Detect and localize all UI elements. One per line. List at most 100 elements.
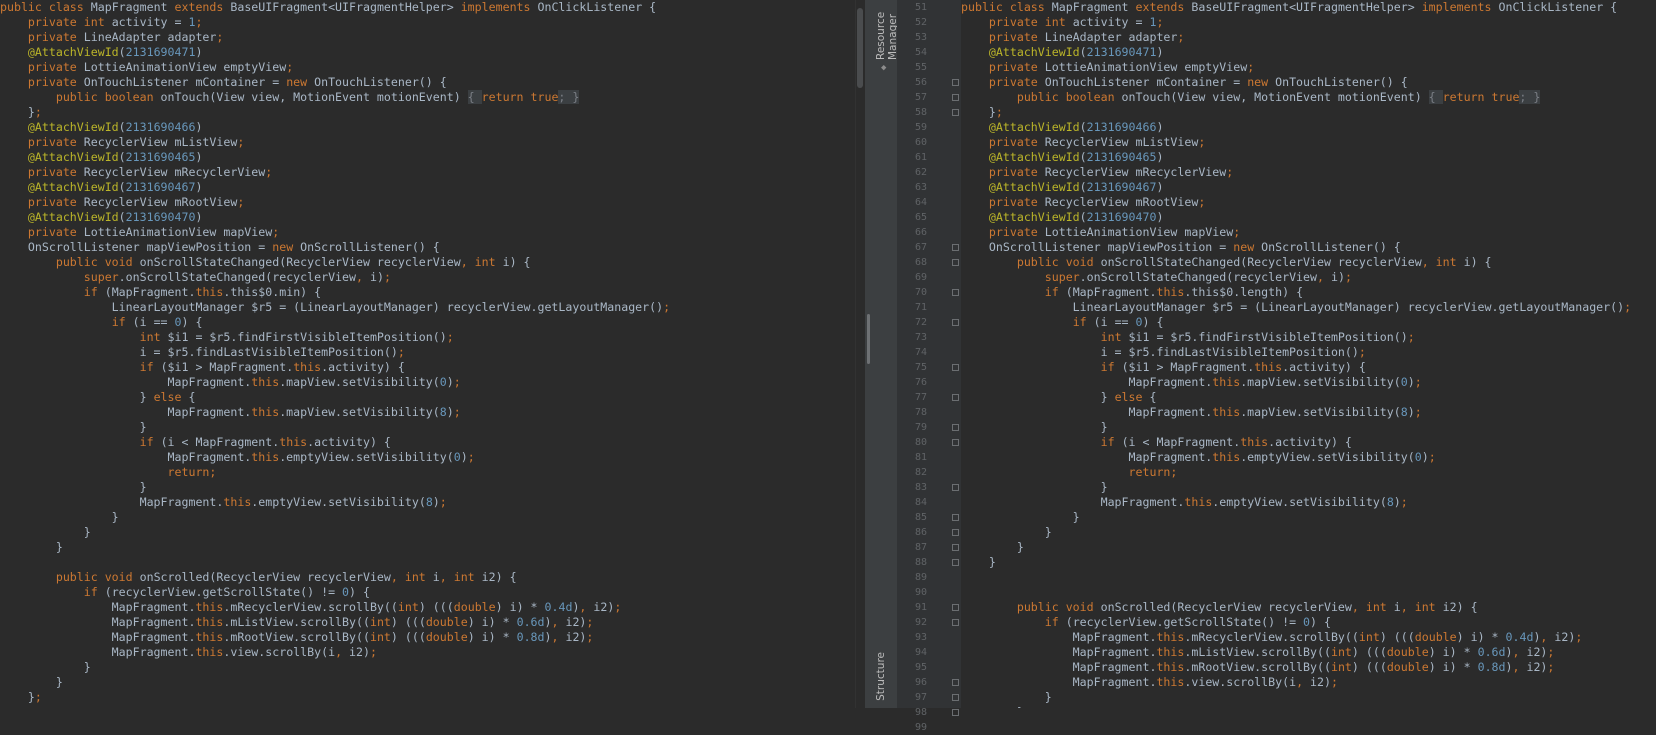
left-code-line[interactable]: int $i1 = $r5.findFirstVisibleItemPositi…	[0, 330, 670, 345]
left-code-line[interactable]: private LottieAnimationView mapView;	[0, 225, 670, 240]
left-code-line[interactable]: private LineAdapter adapter;	[0, 30, 670, 45]
right-code-line[interactable]: OnScrollListener mapViewPosition = new O…	[961, 240, 1631, 255]
fold-marker-icon[interactable]	[952, 319, 959, 326]
right-code-line[interactable]: };	[961, 105, 1631, 120]
right-code-line[interactable]	[961, 585, 1631, 600]
right-code-line[interactable]: LinearLayoutManager $r5 = (LinearLayoutM…	[961, 300, 1631, 315]
left-code-line[interactable]: MapFragment.this.mListView.scrollBy((int…	[0, 615, 670, 630]
right-code-line[interactable]: MapFragment.this.emptyView.setVisibility…	[961, 495, 1631, 510]
left-code-area[interactable]: public class MapFragment extends BaseUIF…	[0, 0, 670, 705]
fold-marker-icon[interactable]	[952, 259, 959, 266]
right-code-line[interactable]: MapFragment.this.mapView.setVisibility(0…	[961, 375, 1631, 390]
left-code-line[interactable]: if (i == 0) {	[0, 315, 670, 330]
fold-marker-icon[interactable]	[952, 79, 959, 86]
right-code-line[interactable]: }	[961, 480, 1631, 495]
fold-marker-icon[interactable]	[952, 709, 959, 716]
right-code-line[interactable]: if (recyclerView.getScrollState() != 0) …	[961, 615, 1631, 630]
fold-marker-icon[interactable]	[952, 544, 959, 551]
split-divider-handle[interactable]	[867, 314, 870, 364]
left-code-line[interactable]: MapFragment.this.emptyView.setVisibility…	[0, 495, 670, 510]
fold-marker-icon[interactable]	[952, 604, 959, 611]
right-code-line[interactable]: @AttachViewId(2131690471)	[961, 45, 1631, 60]
right-code-line[interactable]: MapFragment.this.mapView.setVisibility(8…	[961, 405, 1631, 420]
fold-marker-icon[interactable]	[952, 679, 959, 686]
left-code-line[interactable]: super.onScrollStateChanged(recyclerView,…	[0, 270, 670, 285]
left-code-line[interactable]: private RecyclerView mListView;	[0, 135, 670, 150]
left-code-line[interactable]: private LottieAnimationView emptyView;	[0, 60, 670, 75]
fold-marker-icon[interactable]	[952, 439, 959, 446]
folded-region-token[interactable]: ; }	[558, 90, 580, 104]
fold-marker-icon[interactable]	[952, 559, 959, 566]
right-code-line[interactable]: }	[961, 510, 1631, 525]
right-code-line[interactable]: }	[961, 420, 1631, 435]
left-code-line[interactable]: private OnTouchListener mContainer = new…	[0, 75, 670, 90]
left-code-line[interactable]: @AttachViewId(2131690467)	[0, 180, 670, 195]
fold-marker-icon[interactable]	[952, 289, 959, 296]
left-code-line[interactable]: private int activity = 1;	[0, 15, 670, 30]
right-code-line[interactable]: if (i < MapFragment.this.activity) {	[961, 435, 1631, 450]
folded-region-token[interactable]: ; }	[1519, 90, 1541, 104]
right-code-line[interactable]: if ($i1 > MapFragment.this.activity) {	[961, 360, 1631, 375]
right-code-line[interactable]: private LineAdapter adapter;	[961, 30, 1631, 45]
fold-marker-icon[interactable]	[952, 484, 959, 491]
left-code-line[interactable]: if (MapFragment.this.this$0.min) {	[0, 285, 670, 300]
right-code-line[interactable]: @AttachViewId(2131690470)	[961, 210, 1631, 225]
left-code-line[interactable]: public boolean onTouch(View view, Motion…	[0, 90, 670, 105]
left-code-line[interactable]: private RecyclerView mRecyclerView;	[0, 165, 670, 180]
fold-marker-icon[interactable]	[952, 394, 959, 401]
right-code-line[interactable]	[961, 570, 1631, 585]
left-code-line[interactable]: LinearLayoutManager $r5 = (LinearLayoutM…	[0, 300, 670, 315]
left-code-line[interactable]: i = $r5.findLastVisibleItemPosition();	[0, 345, 670, 360]
left-code-line[interactable]: if (recyclerView.getScrollState() != 0) …	[0, 585, 670, 600]
left-code-line[interactable]: };	[0, 690, 670, 705]
left-code-line[interactable]	[0, 555, 670, 570]
left-code-line[interactable]: if ($i1 > MapFragment.this.activity) {	[0, 360, 670, 375]
right-code-line[interactable]: }	[961, 555, 1631, 570]
fold-marker-icon[interactable]	[952, 529, 959, 536]
folded-region-token[interactable]: {	[467, 90, 482, 104]
right-code-line[interactable]: @AttachViewId(2131690467)	[961, 180, 1631, 195]
left-code-line[interactable]: }	[0, 660, 670, 675]
left-scrollbar-thumb[interactable]	[857, 8, 863, 88]
fold-marker-icon[interactable]	[952, 694, 959, 701]
left-code-line[interactable]: }	[0, 540, 670, 555]
right-code-line[interactable]: int $i1 = $r5.findFirstVisibleItemPositi…	[961, 330, 1631, 345]
right-code-line[interactable]: MapFragment.this.emptyView.setVisibility…	[961, 450, 1631, 465]
left-code-line[interactable]: if (i < MapFragment.this.activity) {	[0, 435, 670, 450]
left-code-line[interactable]: MapFragment.this.mapView.setVisibility(0…	[0, 375, 670, 390]
left-code-line[interactable]: @AttachViewId(2131690471)	[0, 45, 670, 60]
right-code-line[interactable]: public void onScrolled(RecyclerView recy…	[961, 600, 1631, 615]
left-code-line[interactable]: } else {	[0, 390, 670, 405]
tool-window-icon[interactable]: ◆	[881, 64, 889, 73]
left-code-line[interactable]: MapFragment.this.mRecyclerView.scrollBy(…	[0, 600, 670, 615]
right-code-line[interactable]: private RecyclerView mRecyclerView;	[961, 165, 1631, 180]
right-code-line[interactable]: if (MapFragment.this.this$0.length) {	[961, 285, 1631, 300]
left-code-line[interactable]: }	[0, 525, 670, 540]
right-code-line[interactable]: @AttachViewId(2131690466)	[961, 120, 1631, 135]
left-code-line[interactable]: return;	[0, 465, 670, 480]
left-code-line[interactable]: public class MapFragment extends BaseUIF…	[0, 0, 670, 15]
left-code-line[interactable]: MapFragment.this.view.scrollBy(i, i2);	[0, 645, 670, 660]
left-code-line[interactable]: public void onScrollStateChanged(Recycle…	[0, 255, 670, 270]
right-code-line[interactable]: public void onScrollStateChanged(Recycle…	[961, 255, 1631, 270]
left-code-line[interactable]: }	[0, 420, 670, 435]
right-code-line[interactable]: if (i == 0) {	[961, 315, 1631, 330]
fold-marker-icon[interactable]	[952, 109, 959, 116]
right-code-line[interactable]: private LottieAnimationView emptyView;	[961, 60, 1631, 75]
left-code-line[interactable]: private RecyclerView mRootView;	[0, 195, 670, 210]
folded-region-token[interactable]: {	[1428, 90, 1443, 104]
left-editor-pane[interactable]: public class MapFragment extends BaseUIF…	[0, 0, 855, 708]
right-code-line[interactable]: public class MapFragment extends BaseUIF…	[961, 0, 1631, 15]
structure-tab[interactable]: Structure	[875, 652, 887, 701]
fold-marker-icon[interactable]	[952, 514, 959, 521]
right-editor-pane[interactable]: public class MapFragment extends BaseUIF…	[961, 0, 1656, 708]
left-code-line[interactable]: }	[0, 480, 670, 495]
left-code-line[interactable]: public void onScrolled(RecyclerView recy…	[0, 570, 670, 585]
right-code-line[interactable]: MapFragment.this.mRootView.scrollBy((int…	[961, 660, 1631, 675]
right-code-line[interactable]: private OnTouchListener mContainer = new…	[961, 75, 1631, 90]
line-number-gutter[interactable]: 51 52 53 54 55 56 57 58 59 60 61 62 63 64 65 66 67 68 69 70…	[897, 0, 961, 733]
left-code-line[interactable]: };	[0, 105, 670, 120]
right-code-line[interactable]: super.onScrollStateChanged(recyclerView,…	[961, 270, 1631, 285]
fold-marker-icon[interactable]	[952, 619, 959, 626]
left-code-line[interactable]: MapFragment.this.mapView.setVisibility(8…	[0, 405, 670, 420]
